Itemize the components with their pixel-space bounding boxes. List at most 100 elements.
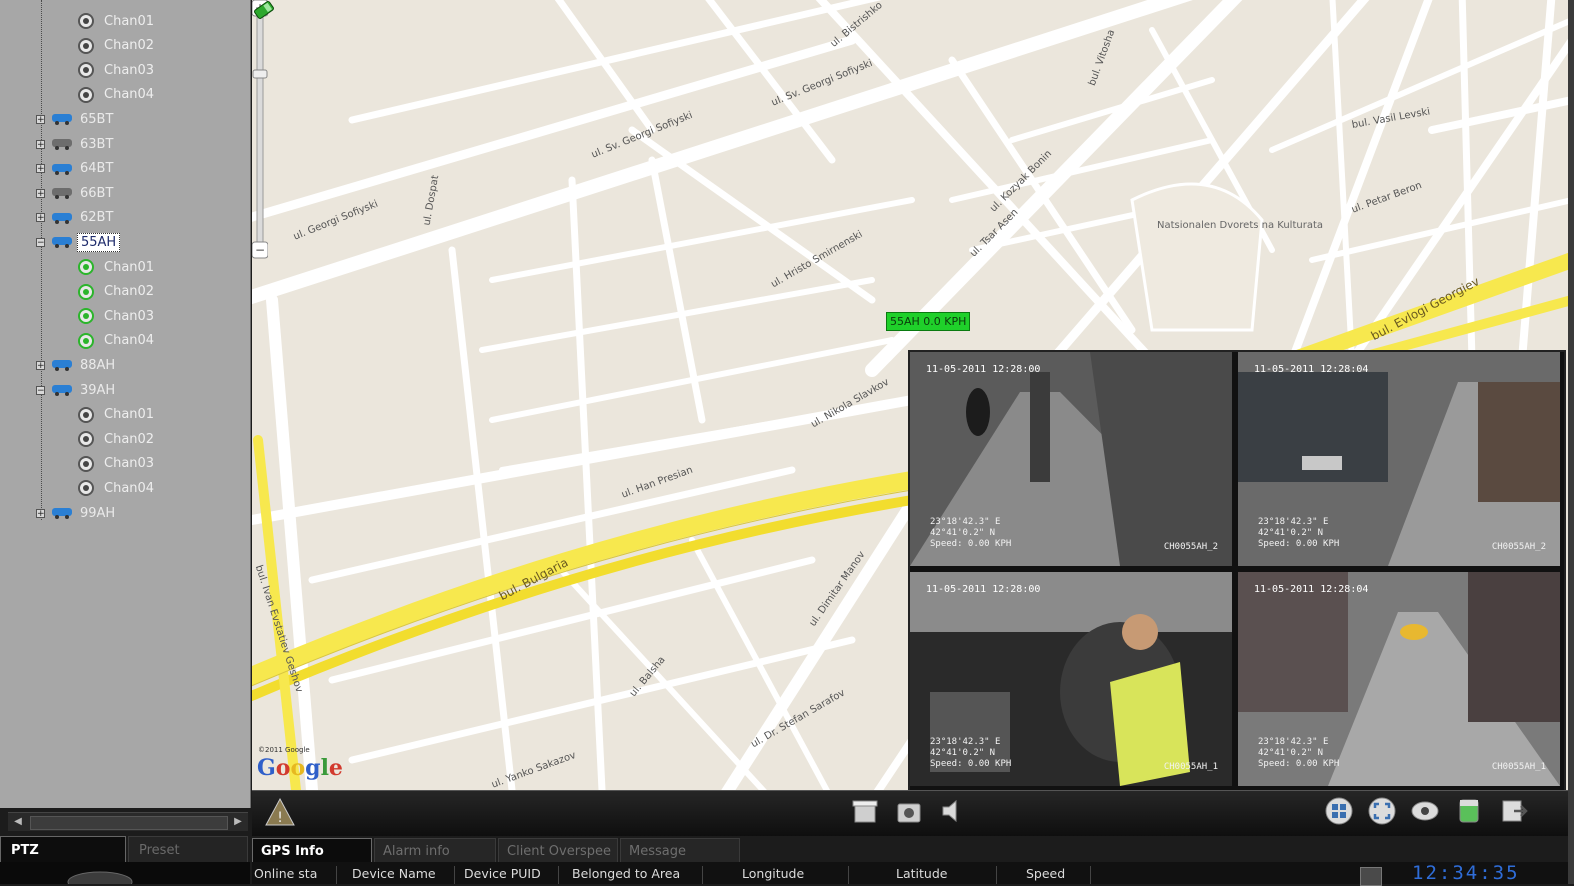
tree-device-item[interactable]: +88AH bbox=[36, 354, 118, 376]
tree-channel-item[interactable]: Chan01 bbox=[76, 10, 157, 32]
camera-channel-icon bbox=[78, 13, 94, 29]
vehicle-label[interactable]: 55AH 0.0 KPH bbox=[886, 312, 971, 331]
tab-message[interactable]: Message bbox=[620, 838, 740, 862]
tree-channel-item[interactable]: Chan01 bbox=[76, 404, 157, 426]
video-timestamp: 11-05-2011 12:28:00 bbox=[926, 584, 1041, 595]
clock-toggle-button[interactable] bbox=[1360, 867, 1382, 886]
tree-channel-item[interactable]: Chan04 bbox=[76, 477, 157, 499]
device-label: 62BT bbox=[80, 210, 114, 226]
video-grid: 11-05-2011 12:28:00 23°18'42.3" E 42°41'0… bbox=[908, 350, 1566, 792]
tree-channel-item[interactable]: Chan03 bbox=[76, 453, 157, 475]
tab-ptz[interactable]: PTZ bbox=[0, 836, 126, 862]
fullscreen-icon[interactable] bbox=[1367, 796, 1397, 826]
svg-text:−: − bbox=[255, 243, 265, 257]
tab-alarm-info[interactable]: Alarm info bbox=[374, 838, 496, 862]
device-label: 65BT bbox=[80, 111, 114, 127]
device-label: 55AH bbox=[77, 232, 121, 252]
clock-display: 12:34:35 bbox=[1412, 862, 1520, 884]
video-camera-id: CH0055AH_2 bbox=[1491, 542, 1546, 552]
video-timestamp: 11-05-2011 12:28:04 bbox=[1254, 364, 1369, 375]
video-toolbar: ! bbox=[252, 790, 1568, 837]
expand-toggle-icon[interactable]: − bbox=[36, 385, 45, 395]
column-header[interactable]: Latitude bbox=[896, 866, 947, 881]
storage-icon[interactable] bbox=[1454, 796, 1484, 826]
eye-icon[interactable] bbox=[1410, 796, 1440, 826]
column-header[interactable]: Device Name bbox=[352, 866, 436, 881]
tab-gps-info[interactable]: GPS Info bbox=[252, 838, 372, 862]
column-header[interactable]: Device PUID bbox=[464, 866, 541, 881]
column-header[interactable]: Speed bbox=[1026, 866, 1065, 881]
video-cell-2[interactable]: 11-05-2011 12:28:04 23°18'42.3" E 42°41'0… bbox=[1238, 352, 1560, 566]
expand-toggle-icon[interactable]: + bbox=[36, 164, 45, 174]
video-camera-id: CH0055AH_2 bbox=[1163, 542, 1218, 552]
left-tab-bar: PTZ Preset bbox=[0, 836, 250, 862]
snapshot-icon[interactable] bbox=[894, 796, 924, 826]
record-icon[interactable] bbox=[850, 796, 880, 826]
tree-channel-item[interactable]: Chan04 bbox=[76, 330, 157, 352]
device-label: 64BT bbox=[80, 161, 114, 177]
tree-channel-item[interactable]: Chan02 bbox=[76, 281, 157, 303]
poi-label: Natsionalen Dvorets na Kulturata bbox=[1157, 220, 1324, 231]
expand-toggle-icon[interactable]: + bbox=[36, 114, 45, 124]
tree-device-item[interactable]: +99AH bbox=[36, 502, 118, 524]
column-header[interactable]: Longitude bbox=[742, 866, 804, 881]
scroll-right-icon[interactable]: ▶ bbox=[231, 815, 245, 829]
tree-channel-item[interactable]: Chan04 bbox=[76, 84, 157, 106]
audio-icon[interactable] bbox=[938, 796, 968, 826]
device-label: 88AH bbox=[80, 357, 116, 373]
exit-icon[interactable] bbox=[1498, 796, 1528, 826]
zoom-slider[interactable]: + − bbox=[252, 0, 268, 260]
map-copyright: ©2011 Google bbox=[258, 746, 310, 754]
tree-horizontal-scrollbar[interactable]: ◀ ▶ bbox=[8, 812, 248, 831]
ptz-panel bbox=[0, 862, 250, 884]
expand-toggle-icon[interactable]: + bbox=[36, 360, 45, 370]
channel-label: Chan03 bbox=[104, 62, 155, 78]
tree-device-item[interactable]: − 39AH bbox=[36, 379, 118, 401]
expand-toggle-icon[interactable]: − bbox=[36, 237, 45, 247]
tree-device-item[interactable]: +63BT bbox=[36, 133, 116, 155]
tree-device-item[interactable]: − 55AH bbox=[36, 231, 121, 253]
expand-toggle-icon[interactable]: + bbox=[36, 139, 45, 149]
video-cell-3[interactable]: 11-05-2011 12:28:00 23°18'42.3" E 42°41'0… bbox=[910, 572, 1232, 786]
tree-device-item[interactable]: +65BT bbox=[36, 108, 116, 130]
tree-channel-item[interactable]: Chan01 bbox=[76, 256, 157, 278]
column-header[interactable]: Online sta bbox=[254, 866, 317, 881]
video-timestamp: 11-05-2011 12:28:04 bbox=[1254, 584, 1369, 595]
tree-channel-item[interactable]: Chan03 bbox=[76, 305, 157, 327]
video-cell-1[interactable]: 11-05-2011 12:28:00 23°18'42.3" E 42°41'0… bbox=[910, 352, 1232, 566]
tree-device-item[interactable]: +62BT bbox=[36, 207, 116, 229]
video-camera-id: CH0055AH_1 bbox=[1163, 762, 1218, 772]
channel-label: Chan01 bbox=[104, 259, 155, 275]
channel-label: Chan04 bbox=[104, 333, 155, 349]
expand-toggle-icon[interactable]: + bbox=[36, 508, 45, 518]
warning-icon[interactable]: ! bbox=[264, 797, 296, 827]
channel-label: Chan02 bbox=[104, 284, 155, 300]
camera-channel-icon bbox=[78, 86, 94, 103]
tab-client-overspeed[interactable]: Client Overspee bbox=[498, 838, 618, 862]
tree-channel-item[interactable]: Chan02 bbox=[76, 428, 157, 450]
bus-icon bbox=[52, 139, 72, 150]
tree-device-item[interactable]: +66BT bbox=[36, 182, 116, 204]
video-gps-overlay: 23°18'42.3" E 42°41'0.2" N Speed: 0.00 KPH bbox=[930, 517, 1012, 549]
device-tree-panel: Chan01 Chan02 Chan03 Chan04 +65BT +63BT +64BT +… bbox=[0, 0, 251, 808]
expand-toggle-icon[interactable]: + bbox=[36, 213, 45, 223]
tab-preset[interactable]: Preset bbox=[128, 836, 248, 862]
window-edge bbox=[1568, 0, 1574, 884]
tree-device-item[interactable]: +64BT bbox=[36, 158, 116, 180]
bus-icon bbox=[52, 212, 72, 224]
column-header[interactable]: Belonged to Area bbox=[572, 866, 680, 881]
layout-grid-icon[interactable] bbox=[1324, 796, 1354, 826]
video-camera-id: CH0055AH_1 bbox=[1491, 762, 1546, 772]
info-tab-bar: GPS Info Alarm info Client Overspee Mess… bbox=[252, 836, 1568, 862]
vehicle-icon[interactable] bbox=[252, 0, 276, 20]
tree-channel-item[interactable]: Chan02 bbox=[76, 35, 157, 57]
channel-label: Chan04 bbox=[104, 480, 155, 496]
scroll-left-icon[interactable]: ◀ bbox=[11, 815, 25, 829]
expand-toggle-icon[interactable]: + bbox=[36, 188, 45, 198]
tree-channel-item[interactable]: Chan03 bbox=[76, 59, 157, 81]
bus-icon bbox=[52, 508, 72, 519]
video-cell-4[interactable]: 11-05-2011 12:28:04 23°18'42.3" E 42°41'0… bbox=[1238, 572, 1560, 786]
camera-channel-icon bbox=[78, 308, 94, 325]
ptz-dial-icon[interactable] bbox=[40, 862, 160, 884]
scroll-thumb[interactable] bbox=[30, 816, 228, 830]
